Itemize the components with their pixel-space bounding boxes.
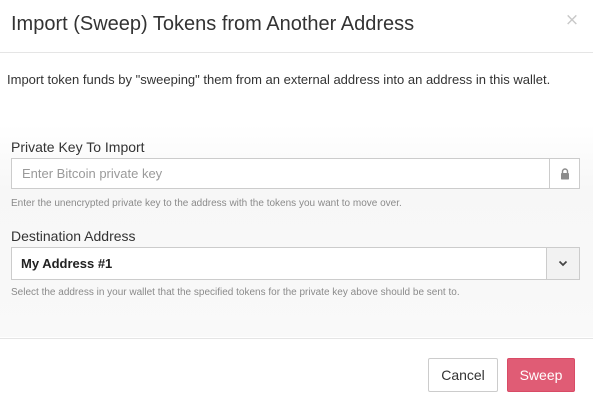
private-key-input[interactable] [12,159,550,188]
private-key-help: Enter the unencrypted private key to the… [11,198,402,209]
lock-icon [560,167,569,179]
intro-text: Import token funds by "sweeping" them fr… [7,72,551,87]
private-key-addon [549,159,579,188]
modal-title: Import (Sweep) Tokens from Another Addre… [11,13,415,35]
modal-body: Import token funds by "sweeping" them fr… [0,53,593,338]
sweep-form: Private Key To Import Enter the unencryp… [0,125,593,337]
cancel-button[interactable]: Cancel [428,358,498,392]
private-key-input-group [11,158,580,189]
destination-help: Select the address in your wallet that t… [11,287,460,298]
chevron-down-icon [558,260,568,267]
private-key-label: Private Key To Import [11,139,145,155]
dropdown-toggle[interactable] [546,248,579,279]
destination-selected-value: My Address #1 [21,256,113,271]
destination-address-select[interactable]: My Address #1 [11,247,580,280]
destination-label: Destination Address [11,228,136,244]
sweep-tokens-modal: Import (Sweep) Tokens from Another Addre… [0,0,593,408]
sweep-button[interactable]: Sweep [507,358,575,392]
modal-header: Import (Sweep) Tokens from Another Addre… [0,0,593,53]
close-button[interactable]: × [564,10,580,30]
modal-footer: Cancel Sweep [0,338,593,408]
